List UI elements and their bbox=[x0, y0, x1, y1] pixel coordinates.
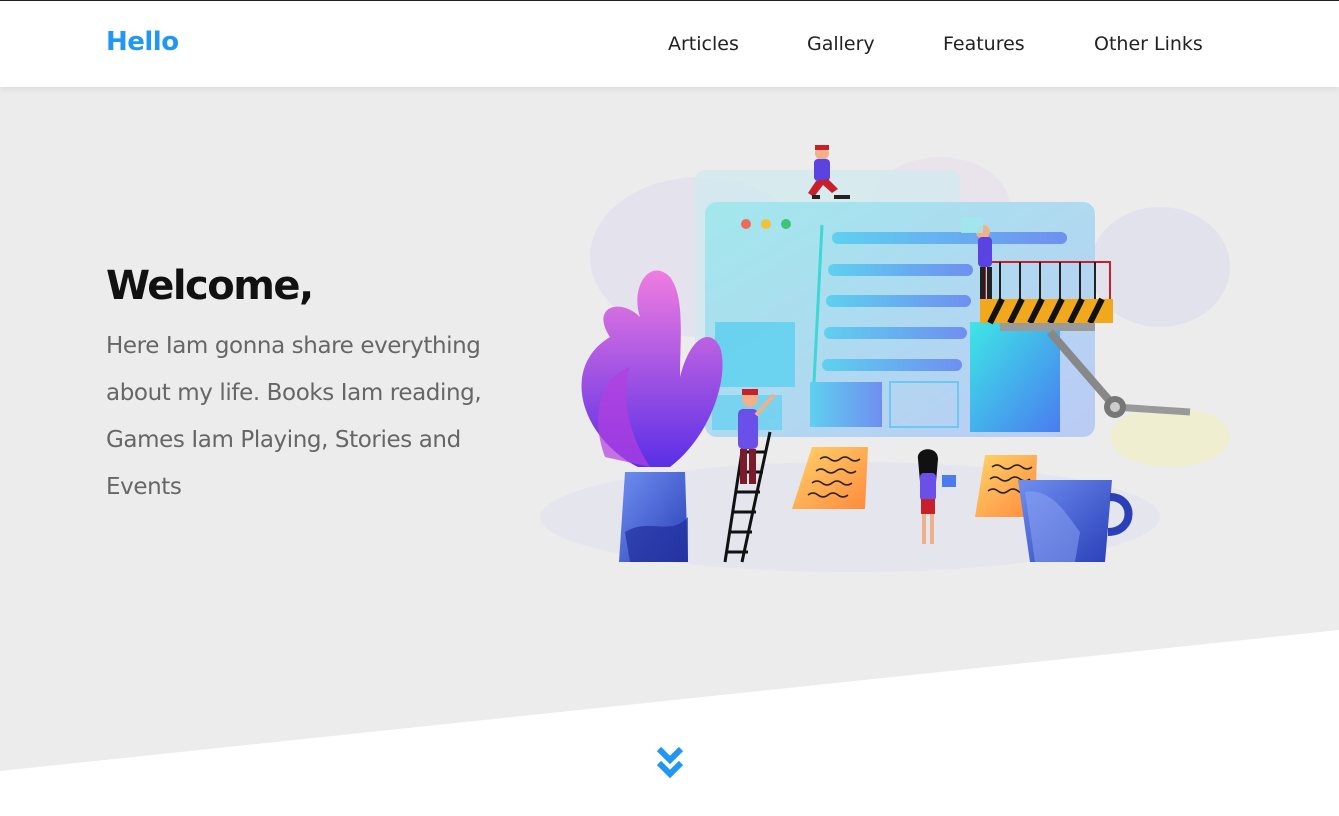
hero-illustration bbox=[540, 145, 1230, 572]
navbar: Hello Articles Gallery Features Other Li… bbox=[0, 1, 1339, 87]
hero-description: Here Iam gonna share everything about my… bbox=[106, 333, 482, 500]
nav-link-gallery[interactable]: Gallery bbox=[807, 33, 875, 55]
nav-link-features[interactable]: Features bbox=[943, 33, 1025, 55]
chevron-double-down-icon[interactable] bbox=[654, 744, 686, 780]
hero-section: Welcome, Here Iam gonna share everything… bbox=[0, 87, 1339, 816]
nav-link-other-links[interactable]: Other Links bbox=[1094, 33, 1203, 55]
hero-title: Welcome, bbox=[106, 263, 314, 309]
nav-links: Articles Gallery Features Other Links bbox=[0, 33, 1339, 63]
nav-link-articles[interactable]: Articles bbox=[668, 33, 739, 55]
